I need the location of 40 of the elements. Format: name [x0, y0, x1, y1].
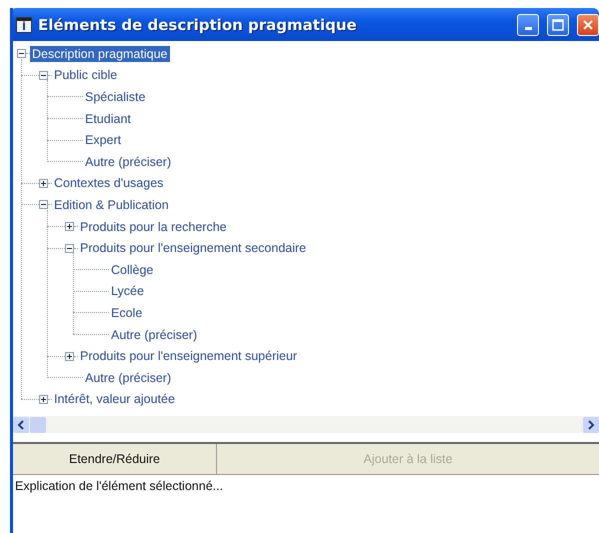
- info-window-icon: [16, 16, 32, 32]
- tree-item[interactable]: Public cible: [52, 67, 120, 84]
- collapse-icon[interactable]: [17, 49, 26, 58]
- tree-item[interactable]: Autre (préciser): [83, 370, 174, 386]
- tree-item[interactable]: Ecole: [109, 304, 144, 321]
- scrollbar-thumb[interactable]: [30, 416, 46, 432]
- chevron-right-icon: [587, 420, 595, 430]
- close-button[interactable]: [577, 14, 599, 36]
- tree-item[interactable]: Etudiant: [83, 110, 133, 127]
- minimize-button[interactable]: [517, 14, 539, 36]
- tree-item[interactable]: Contextes d'usages: [52, 175, 166, 192]
- tree-item[interactable]: Expert: [83, 132, 124, 148]
- tree-item[interactable]: Produits pour la recherche: [78, 218, 229, 235]
- collapse-icon[interactable]: [39, 200, 48, 210]
- tree-item[interactable]: Produits pour l'enseignement secondaire: [78, 240, 308, 256]
- expand-icon[interactable]: [39, 394, 48, 404]
- scroll-right-button[interactable]: [583, 416, 599, 432]
- collapse-icon[interactable]: [39, 70, 48, 80]
- maximize-button[interactable]: [547, 14, 569, 36]
- tree-item[interactable]: Lycée: [109, 283, 146, 300]
- tree-item[interactable]: Edition & Publication: [52, 196, 171, 213]
- expand-icon[interactable]: [65, 352, 74, 361]
- description-text: Explication de l'élément sélectionné...: [13, 474, 599, 497]
- tree-item[interactable]: Produits pour l'enseignement supérieur: [78, 348, 300, 364]
- tree-item[interactable]: Collège: [109, 262, 156, 278]
- window-title: Eléments de description pragmatique: [38, 16, 357, 34]
- minimize-icon: [524, 27, 532, 30]
- chevron-left-icon: [17, 420, 25, 430]
- expand-icon[interactable]: [65, 222, 74, 232]
- expand-icon[interactable]: [39, 178, 48, 188]
- maximize-icon: [552, 18, 564, 30]
- close-icon: [582, 18, 594, 30]
- horizontal-scrollbar[interactable]: [13, 416, 599, 433]
- tree-item[interactable]: Description pragmatique: [30, 46, 170, 62]
- tree-item[interactable]: Spécialiste: [83, 88, 148, 105]
- tree-item[interactable]: Autre (préciser): [83, 154, 174, 170]
- collapse-icon[interactable]: [65, 244, 74, 253]
- tree-item[interactable]: Autre (préciser): [109, 326, 200, 343]
- scroll-left-button[interactable]: [13, 416, 29, 432]
- tree-item[interactable]: Intérêt, valeur ajoutée: [52, 391, 177, 408]
